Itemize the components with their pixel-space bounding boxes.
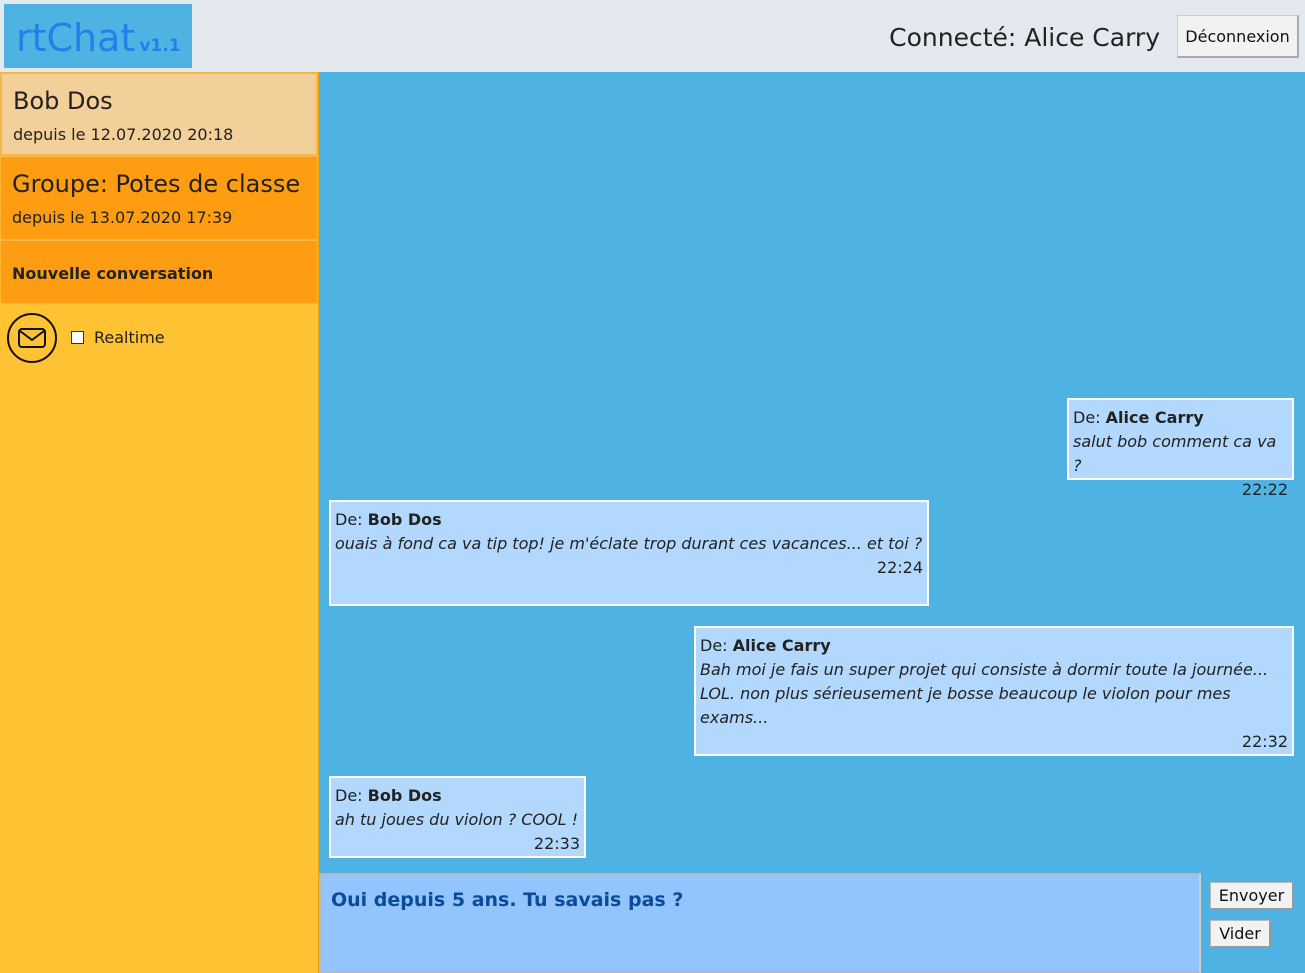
- message-time: 22:24: [876, 558, 923, 577]
- conversation-since: depuis le 13.07.2020 17:39: [12, 208, 233, 227]
- message-time: 22:33: [533, 834, 580, 853]
- message-input[interactable]: Oui depuis 5 ans. Tu savais pas ?: [319, 873, 1201, 973]
- message-body: ouais à fond ca va tip top! je m'éclate …: [335, 534, 923, 553]
- message-from-prefix: De:: [700, 636, 728, 655]
- message-sender: Alice Carry: [1105, 408, 1204, 427]
- message-body: salut bob comment ca va ?: [1073, 432, 1277, 475]
- realtime-toggle[interactable]: Realtime: [71, 328, 165, 347]
- app-logo: rtChat v1.1: [4, 4, 192, 68]
- message-sender: Alice Carry: [732, 636, 831, 655]
- conversation-item-group[interactable]: Groupe: Potes de classe depuis le 13.07.…: [0, 156, 318, 240]
- message-bubble: De: Bob Dos ah tu joues du violon ? COOL…: [329, 776, 586, 858]
- conversation-title: Bob Dos: [13, 87, 113, 115]
- message-bubble: De: Bob Dos ouais à fond ca va tip top! …: [329, 500, 929, 606]
- conversation-since: depuis le 12.07.2020 20:18: [13, 125, 234, 144]
- message-body: ah tu joues du violon ? COOL !: [335, 810, 579, 829]
- message-body: Bah moi je fais un super projet qui cons…: [700, 660, 1269, 727]
- message-from-prefix: De:: [1073, 408, 1101, 427]
- logo-text: rtChat: [16, 16, 136, 60]
- message-from-prefix: De:: [335, 510, 363, 529]
- logout-button[interactable]: Déconnexion: [1177, 15, 1299, 58]
- new-conversation-label: Nouvelle conversation: [12, 264, 214, 283]
- message-time: 22:32: [1241, 732, 1288, 751]
- connected-user-label: Connecté: Alice Carry: [889, 23, 1160, 52]
- message-from-prefix: De:: [335, 786, 363, 805]
- envelope-icon[interactable]: [7, 313, 57, 363]
- message-sender: Bob Dos: [367, 510, 442, 529]
- logo-version: v1.1: [139, 36, 181, 56]
- chat-panel: De: Alice Carry salut bob comment ca va …: [319, 72, 1305, 973]
- conversation-sidebar: Bob Dos depuis le 12.07.2020 20:18 Group…: [0, 72, 319, 973]
- app-header: rtChat v1.1 Connecté: Alice Carry Déconne…: [0, 0, 1305, 72]
- message-input-value: Oui depuis 5 ans. Tu savais pas ?: [331, 889, 684, 911]
- conversation-title: Groupe: Potes de classe: [12, 170, 301, 198]
- realtime-label: Realtime: [94, 328, 165, 347]
- send-button[interactable]: Envoyer: [1210, 882, 1294, 910]
- new-conversation-button[interactable]: Nouvelle conversation: [0, 240, 318, 304]
- message-time: 22:22: [1241, 480, 1288, 499]
- conversation-item-bob-dos[interactable]: Bob Dos depuis le 12.07.2020 20:18: [0, 72, 318, 156]
- message-bubble: De: Alice Carry salut bob comment ca va …: [1067, 398, 1294, 499]
- message-bubble: De: Alice Carry Bah moi je fais un super…: [694, 626, 1294, 756]
- envelope-icon-svg: [18, 328, 46, 348]
- clear-button[interactable]: Vider: [1210, 920, 1271, 948]
- message-sender: Bob Dos: [367, 786, 442, 805]
- realtime-checkbox[interactable]: [71, 331, 84, 344]
